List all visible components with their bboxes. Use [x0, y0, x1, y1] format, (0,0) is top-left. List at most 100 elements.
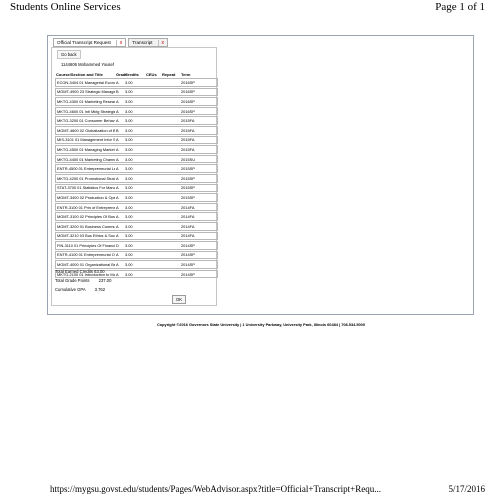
cell-credits: 3.00	[124, 260, 145, 269]
cell-grade: D	[115, 241, 124, 250]
total-grade-points: Total Grade Points 237.00	[55, 278, 111, 283]
cell-ceus	[145, 135, 161, 145]
cell-ceus	[145, 202, 161, 212]
cell-course: MKTG-3200 01 Consumer Behavior	[55, 116, 115, 125]
column-header-course: Course/Section and Title	[56, 71, 103, 77]
table-row: STAT-3700 01 Statistics For Management I…	[55, 183, 218, 193]
table-row: FIN-3110 01 Principles Of Financial Mgmt…	[55, 241, 218, 250]
cell-course: FIN-3110 01 Principles Of Financial Mgmt	[55, 241, 115, 250]
cell-course: MGMT-3210 03 Bus Ethics & Social Resp	[55, 231, 115, 241]
print-title: Students Online Services	[10, 1, 121, 13]
table-row: MGMT-3100 02 Principles Of Business Mgmt…	[55, 212, 218, 221]
cell-grade: A	[115, 97, 124, 106]
cell-course: MIS-3101 01 Management Infor Systms	[55, 135, 115, 145]
cell-credits: 3.00	[124, 269, 145, 279]
earned-credits-value: 63.00	[94, 269, 105, 274]
cell-course: MKTG-4300 01 Marketing Research	[55, 97, 115, 106]
cell-course: MGMT-3400 02 Production & Operations Mgm…	[55, 193, 115, 202]
cell-ceus	[145, 116, 161, 125]
cell-ceus	[145, 164, 161, 173]
close-icon[interactable]: x	[115, 39, 122, 46]
cell-credits: 3.00	[124, 97, 145, 106]
column-header-grade: Grade	[116, 71, 128, 77]
cell-repeat	[161, 221, 180, 231]
cell-grade: A	[115, 202, 124, 212]
course-rows: ECON-3404 01 Managerial EconomicsA3.0020…	[55, 78, 218, 279]
gpa-label: Cumulative GPA	[55, 287, 86, 292]
cell-credits: 3.00	[124, 125, 145, 135]
cell-ceus	[145, 269, 161, 279]
table-row: MKTG-4600 01 Intl Mktg Strategies A 3.00 20…	[55, 106, 218, 116]
cell-grade: A	[115, 269, 124, 279]
cell-repeat	[161, 97, 180, 106]
cell-course: ENTR-3100 01 Prin of Entrepreneurship	[55, 202, 115, 212]
cell-ceus	[145, 212, 161, 221]
cell-credits: 3.00	[124, 116, 145, 125]
tab-transcript[interactable]: Transcript x	[128, 38, 169, 47]
cell-grade: A	[115, 260, 124, 269]
cell-grade: A	[115, 145, 124, 154]
cell-term: 2015SU	[180, 154, 218, 164]
cell-grade: A	[115, 164, 124, 173]
cell-repeat	[161, 202, 180, 212]
cell-repeat	[161, 212, 180, 221]
cell-ceus	[145, 87, 161, 97]
table-row: ECON-3404 01 Managerial EconomicsA3.00 20…	[55, 78, 218, 87]
cell-course: MKTG-4600 01 Intl Mktg Strategies	[55, 106, 115, 116]
cell-term: 2016SP	[180, 87, 218, 97]
cell-credits: 3.00	[124, 145, 145, 154]
cell-repeat	[161, 154, 180, 164]
cell-grade: A	[115, 221, 124, 231]
cell-term: 2015FA	[180, 145, 218, 154]
cell-term: 2014FA	[180, 212, 218, 221]
close-icon[interactable]: x	[157, 39, 164, 46]
cell-grade: A	[115, 212, 124, 221]
cell-repeat	[161, 135, 180, 145]
cell-course: ECON-3404 01 Managerial Economics	[55, 78, 115, 87]
cell-course: MGMT-4600 02 Globalization of Business	[55, 125, 115, 135]
table-row: ENTR-4500 01 Entrepreneurial LeadershipA…	[55, 164, 218, 173]
cell-ceus	[145, 154, 161, 164]
tab-label: Official Transcript Request	[57, 40, 111, 45]
tab-official-transcript-request[interactable]: Official Transcript Request x	[53, 38, 127, 47]
cell-ceus	[145, 183, 161, 193]
cell-course: STAT-3700 01 Statistics For Management I…	[55, 183, 115, 193]
cell-repeat	[161, 269, 180, 279]
cell-grade: A	[115, 78, 124, 87]
cell-grade: A	[115, 154, 124, 164]
cell-credits: 3.00	[124, 173, 145, 183]
cell-term: 2016SP	[180, 97, 218, 106]
cell-grade: B	[115, 125, 124, 135]
cell-credits: 3.00	[124, 193, 145, 202]
cell-ceus	[145, 106, 161, 116]
copyright-footer: Copyright ©2016 Governors State Universi…	[156, 322, 366, 327]
table-row: MIS-3101 01 Management Infor SystmsA3.00…	[55, 135, 218, 145]
transcript-panel: Go back 1144606 Mohammed Yousef Course/S…	[51, 47, 218, 306]
column-header-credits: Credits	[125, 71, 139, 77]
cell-grade: B	[115, 87, 124, 97]
cell-credits: 3.00	[124, 250, 145, 260]
cell-grade: A	[115, 135, 124, 145]
cell-credits: 3.00	[124, 183, 145, 193]
table-row: MGMT-4900 23 Strategic ManagementB3.00 20…	[55, 87, 218, 97]
ok-button[interactable]: OK	[172, 295, 186, 304]
table-row: MGMT-4000 01 Organizational BehaviorA3.0…	[55, 260, 218, 269]
cell-term: 2014SP	[180, 260, 218, 269]
cell-repeat	[161, 250, 180, 260]
cumulative-gpa: Cumulative GPA 3.762	[55, 287, 105, 292]
cell-repeat	[161, 260, 180, 269]
cell-term: 2016SP	[180, 106, 218, 116]
cell-repeat	[161, 183, 180, 193]
cell-course: ENTR-4500 01 Entrepreneurial Leadership	[55, 164, 115, 173]
cell-ceus	[145, 125, 161, 135]
table-row: MKTG-4300 01 Marketing Research A 3.00 2016…	[55, 97, 218, 106]
total-earned-credits: Total Earned Credits 63.00	[55, 269, 105, 274]
course-table: Course/Section and Title Grade Credits C…	[55, 70, 218, 279]
cell-ceus	[145, 250, 161, 260]
cell-term: 2014SP	[180, 250, 218, 260]
cell-term: 2014SP	[180, 241, 218, 250]
cell-term: 2016SP	[180, 78, 218, 87]
cell-repeat	[161, 231, 180, 241]
print-footer: https://mygsu.govst.edu/students/Pages/W…	[50, 484, 485, 495]
go-back-button[interactable]: Go back	[57, 50, 81, 59]
